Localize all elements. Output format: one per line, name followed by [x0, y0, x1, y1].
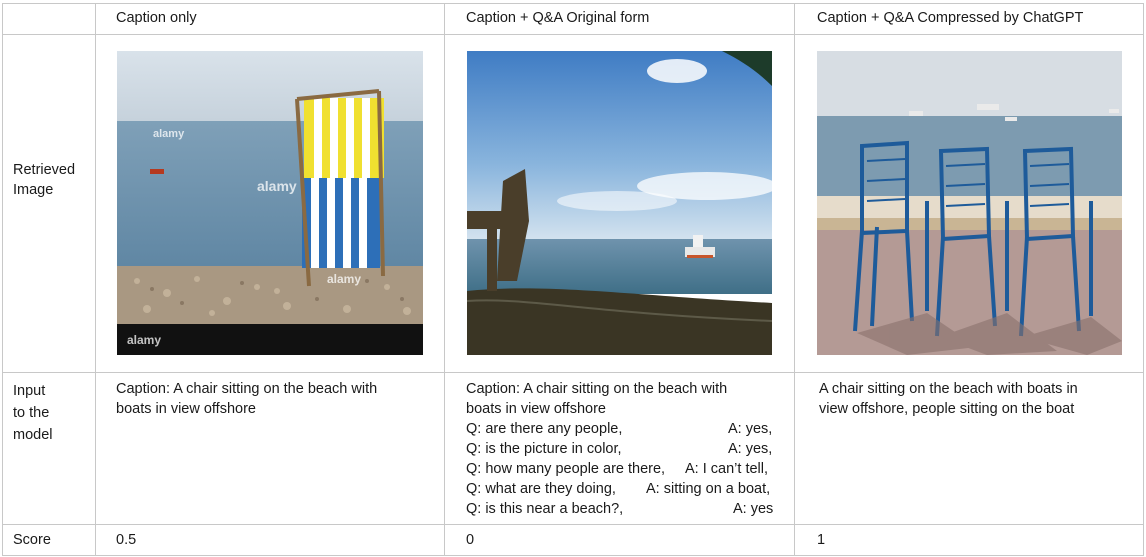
- row-label-input: Input to the model: [13, 380, 53, 446]
- table-border: [2, 34, 1144, 35]
- table-border: [2, 524, 1144, 525]
- input-text-line: Caption: A chair sitting on the beach wi…: [466, 381, 728, 397]
- input-text-line: Caption: A chair sitting on the beach wi…: [116, 381, 378, 397]
- score-caption-only: 0.5: [116, 532, 137, 548]
- row-label-score: Score: [13, 532, 51, 548]
- score-caption-qa-original: 0: [466, 532, 475, 548]
- qa-pair: Q: how many people are there, A: I can’t…: [466, 459, 784, 479]
- header-caption-qa-original: Caption + Q&A Original form: [466, 10, 650, 26]
- answer-text: A: yes,: [728, 441, 773, 457]
- input-text-line: boats in view offshore: [116, 401, 256, 417]
- qa-pair: Q: what are they doing, A: sitting on a …: [466, 479, 784, 499]
- row-label-line: Retrieved: [13, 162, 76, 178]
- table-border: [1143, 3, 1144, 556]
- row-label-retrieved-image: Retrieved Image: [13, 160, 75, 200]
- question-text: Q: what are they doing,: [466, 481, 616, 497]
- svg-text:alamy: alamy: [153, 128, 185, 140]
- retrieved-image-caption-qa-original: [467, 51, 772, 355]
- qa-pair: Q: are there any people, A: yes,: [466, 419, 784, 439]
- table-border: [95, 3, 96, 556]
- question-text: Q: is the picture in color,: [466, 441, 622, 457]
- answer-text: A: sitting on a boat,: [646, 481, 771, 497]
- row-label-line: model: [13, 427, 53, 443]
- question-text: Q: is this near a beach?,: [466, 501, 624, 517]
- answer-text: A: I can’t tell,: [685, 461, 769, 477]
- qa-pair: Q: is this near a beach?, A: yes: [466, 499, 784, 519]
- table-border: [2, 372, 1144, 373]
- row-label-line: Input: [13, 383, 46, 399]
- watermark-text: alamy: [127, 333, 161, 347]
- question-text: Q: are there any people,: [466, 421, 623, 437]
- header-caption-only: Caption only: [116, 10, 197, 26]
- svg-text:alamy: alamy: [327, 272, 361, 286]
- header-caption-qa-compressed: Caption + Q&A Compressed by ChatGPT: [817, 10, 1084, 26]
- input-caption-only: Caption: A chair sitting on the beach wi…: [116, 379, 377, 419]
- input-text-line: boats in view offshore: [466, 401, 606, 417]
- svg-text:alamy: alamy: [257, 178, 297, 194]
- row-label-line: to the: [13, 405, 50, 421]
- row-label-line: Image: [13, 182, 54, 198]
- qa-pair: Q: is the picture in color, A: yes,: [466, 439, 784, 459]
- comparison-table: Caption only Caption + Q&A Original form…: [0, 0, 1146, 557]
- input-caption-qa-compressed: A chair sitting on the beach with boats …: [819, 379, 1078, 419]
- table-border: [794, 3, 795, 556]
- table-border: [2, 555, 1144, 556]
- answer-text: A: yes: [733, 501, 774, 517]
- input-text-line: view offshore, people sitting on the boa…: [819, 401, 1075, 417]
- retrieved-image-caption-qa-compressed: [817, 51, 1122, 355]
- retrieved-image-caption-only: alamy alamy alamy alamy: [117, 51, 423, 355]
- table-border: [2, 3, 3, 556]
- answer-text: A: yes,: [728, 421, 773, 437]
- input-text-line: A chair sitting on the beach with boats …: [819, 381, 1078, 397]
- question-text: Q: how many people are there,: [466, 461, 666, 477]
- table-border: [444, 3, 445, 556]
- input-caption-qa-original: Caption: A chair sitting on the beach wi…: [466, 379, 784, 519]
- score-caption-qa-compressed: 1: [817, 532, 826, 548]
- table-border: [2, 3, 1144, 4]
